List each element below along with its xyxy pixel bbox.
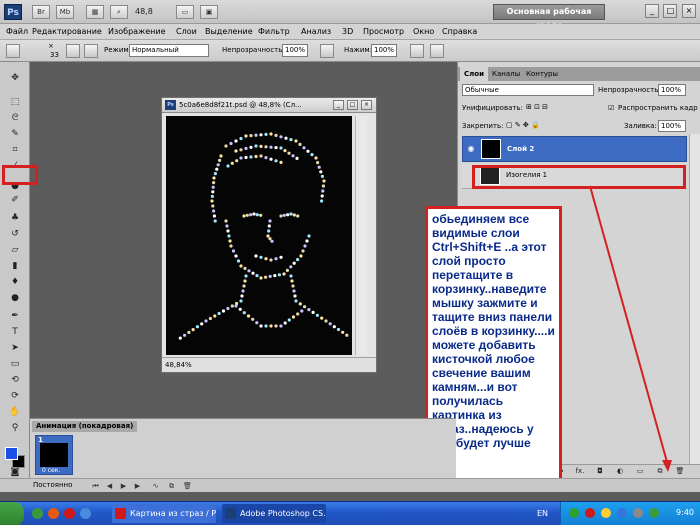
tray-icon[interactable]: [585, 508, 595, 518]
duplicate-frame-icon[interactable]: ⧉: [166, 481, 177, 491]
drag-arrow-line: [589, 185, 668, 463]
tray-icon[interactable]: [633, 508, 643, 518]
drag-arrow-head: [662, 460, 672, 472]
tray-icon[interactable]: [569, 508, 579, 518]
photoshop-icon: [225, 508, 236, 519]
frame-thumbnail: [40, 443, 68, 467]
task-browser[interactable]: Картина из страз / Р...: [112, 504, 216, 523]
system-tray: 9:40: [560, 502, 700, 525]
tab-animation[interactable]: Анимация (покадровая): [32, 421, 138, 432]
tray-icon[interactable]: [649, 508, 659, 518]
first-frame-icon[interactable]: ⏮: [90, 481, 101, 491]
folder-icon[interactable]: [80, 508, 91, 519]
play-icon[interactable]: ▶: [118, 481, 129, 491]
panel-status-strip: [456, 478, 700, 492]
frame-duration[interactable]: 0 сек.: [42, 467, 60, 474]
browser-icon[interactable]: [48, 508, 59, 519]
animation-controls: Постоянно ⏮ ◀ ▶ ▶ ∿ ⧉ 🗑: [0, 478, 456, 492]
animation-frame[interactable]: 1 0 сек.: [35, 435, 73, 475]
opera-icon[interactable]: [64, 508, 75, 519]
next-frame-icon[interactable]: ▶: [132, 481, 143, 491]
instruction-text: обьединяем все видимые слои Ctrl+Shift+E…: [432, 212, 555, 450]
tray-icon[interactable]: [601, 508, 611, 518]
language-indicator[interactable]: EN: [537, 509, 548, 518]
task-photoshop[interactable]: Adobe Photoshop CS...: [222, 504, 326, 523]
task-label: Adobe Photoshop CS...: [240, 509, 326, 518]
taskbar: Картина из страз / Р... Adobe Photoshop …: [0, 501, 700, 525]
start-button[interactable]: [0, 502, 24, 525]
clock: 9:40: [676, 508, 694, 517]
prev-frame-icon[interactable]: ◀: [104, 481, 115, 491]
opera-icon: [115, 508, 126, 519]
task-label: Картина из страз / Р...: [130, 509, 216, 518]
tray-icon[interactable]: [617, 508, 627, 518]
quicklaunch-icon[interactable]: [32, 508, 43, 519]
delete-frame-icon[interactable]: 🗑: [182, 481, 193, 491]
animation-panel: Анимация (покадровая) 1 0 сек.: [30, 418, 456, 478]
tween-icon[interactable]: ∿: [150, 481, 161, 491]
loop-select[interactable]: Постоянно: [33, 481, 72, 489]
